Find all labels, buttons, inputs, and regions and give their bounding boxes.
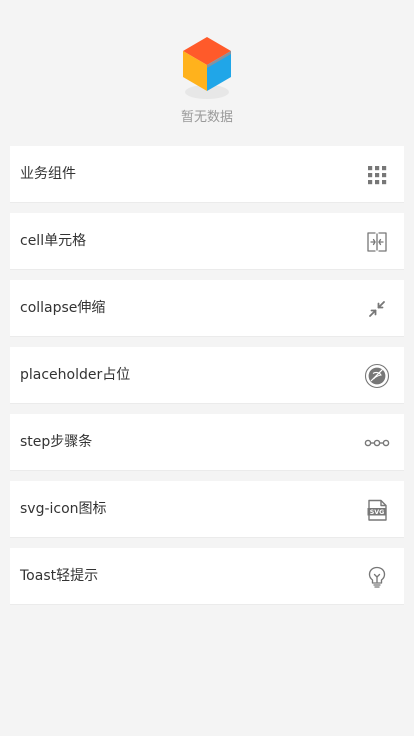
grid-icon — [364, 162, 390, 188]
component-menu: 业务组件 cell单元格 collapse伸缩 placeholder占位 st… — [10, 146, 404, 615]
app-screen: 暂无数据 业务组件 cell单元格 collapse伸缩 placeholder… — [0, 0, 414, 736]
menu-item-label: cell单元格 — [20, 233, 87, 249]
menu-item-toast[interactable]: Toast轻提示 — [10, 548, 404, 604]
menu-item-svg-icon[interactable]: svg-icon图标 SVG — [10, 481, 404, 537]
menu-item-label: step步骤条 — [20, 434, 93, 450]
menu-item-label: placeholder占位 — [20, 367, 131, 383]
placeholder-icon — [364, 363, 390, 389]
menu-item-cell[interactable]: cell单元格 — [10, 213, 404, 269]
empty-cube-icon — [178, 34, 236, 100]
menu-item-business-components[interactable]: 业务组件 — [10, 146, 404, 202]
menu-item-label: collapse伸缩 — [20, 300, 106, 316]
svg-text:SVG: SVG — [370, 509, 385, 516]
menu-item-collapse[interactable]: collapse伸缩 — [10, 280, 404, 336]
svg-file-icon: SVG — [364, 497, 390, 523]
empty-state: 暂无数据 — [0, 0, 414, 146]
empty-state-message: 暂无数据 — [180, 110, 233, 125]
bulb-icon — [364, 564, 390, 590]
menu-item-step[interactable]: step步骤条 — [10, 414, 404, 470]
menu-item-label: 业务组件 — [20, 166, 76, 182]
steps-icon — [364, 430, 390, 456]
cell-icon — [364, 229, 390, 255]
menu-item-label: Toast轻提示 — [20, 568, 99, 584]
collapse-icon — [364, 296, 390, 322]
menu-item-placeholder[interactable]: placeholder占位 — [10, 347, 404, 403]
menu-item-label: svg-icon图标 — [20, 501, 107, 517]
